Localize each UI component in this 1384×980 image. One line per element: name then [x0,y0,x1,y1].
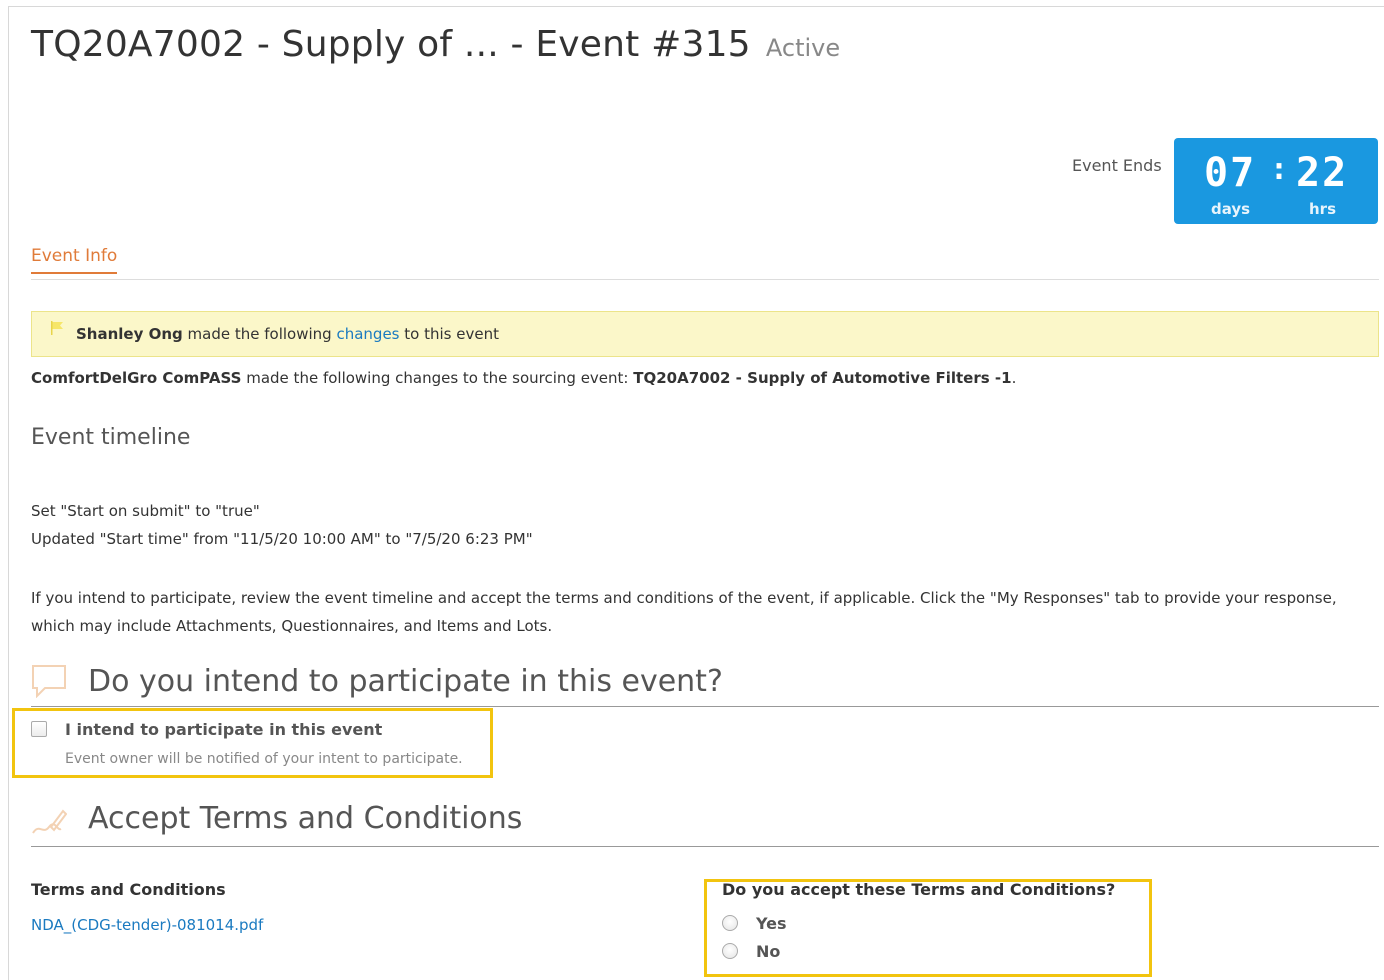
countdown-hours: 22 [1296,150,1349,196]
terms-question: Do you accept these Terms and Conditions… [722,880,1116,899]
countdown-days: 07 [1204,150,1257,196]
countdown-timer: 07 : 22 days hrs [1174,138,1378,224]
notice-author: Shanley Ong [76,325,183,343]
status-label: Active [765,34,841,62]
terms-yes-label[interactable]: Yes [756,914,787,933]
participate-checkbox[interactable] [31,721,47,737]
timeline-line-1: Set "Start on submit" to "true" [31,502,260,520]
change-event-name: TQ20A7002 - Supply of Automotive Filters… [633,369,1012,387]
terms-heading: Accept Terms and Conditions [88,801,523,836]
timeline-heading: Event timeline [31,425,191,450]
page-title-row: TQ20A7002 - Supply of ... - Event #315 A… [31,24,840,65]
change-notice: Shanley Ong made the following changes t… [31,311,1379,357]
event-ends-label: Event Ends [1072,156,1162,175]
participate-heading: Do you intend to participate in this eve… [88,664,723,699]
change-end: . [1011,369,1017,387]
flag-icon [51,321,63,335]
signature-icon [32,809,67,834]
speech-bubble-icon [32,665,66,698]
change-org: ComfortDelGro ComPASS [31,369,242,387]
page-title: TQ20A7002 - Supply of ... - Event #315 [31,24,751,65]
notice-text-before: made the following [187,325,332,343]
countdown-separator: : [1270,152,1291,187]
terms-no-label[interactable]: No [756,942,780,961]
participate-divider [31,706,1379,707]
terms-label: Terms and Conditions [31,880,226,899]
timeline-line-2: Updated "Start time" from "11/5/20 10:00… [31,530,533,548]
changes-link[interactable]: changes [336,325,399,343]
terms-divider [31,846,1379,847]
countdown-hours-unit: hrs [1309,200,1337,218]
participate-help-text: Event owner will be notified of your int… [65,751,463,767]
terms-no-radio[interactable] [722,943,738,959]
tab-event-info[interactable]: Event Info [31,246,118,274]
tab-divider [31,279,1379,280]
instructions-text: If you intend to participate, review the… [31,589,1337,635]
terms-yes-radio[interactable] [722,915,738,931]
change-summary: ComfortDelGro ComPASS made the following… [31,369,1016,387]
participate-checkbox-label[interactable]: I intend to participate in this event [65,720,382,739]
terms-file-link[interactable]: NDA_(CDG-tender)-081014.pdf [31,916,263,934]
countdown-days-unit: days [1211,200,1251,218]
change-text: made the following changes to the sourci… [246,369,629,387]
notice-text-after: to this event [404,325,499,343]
participate-highlight [12,708,493,778]
